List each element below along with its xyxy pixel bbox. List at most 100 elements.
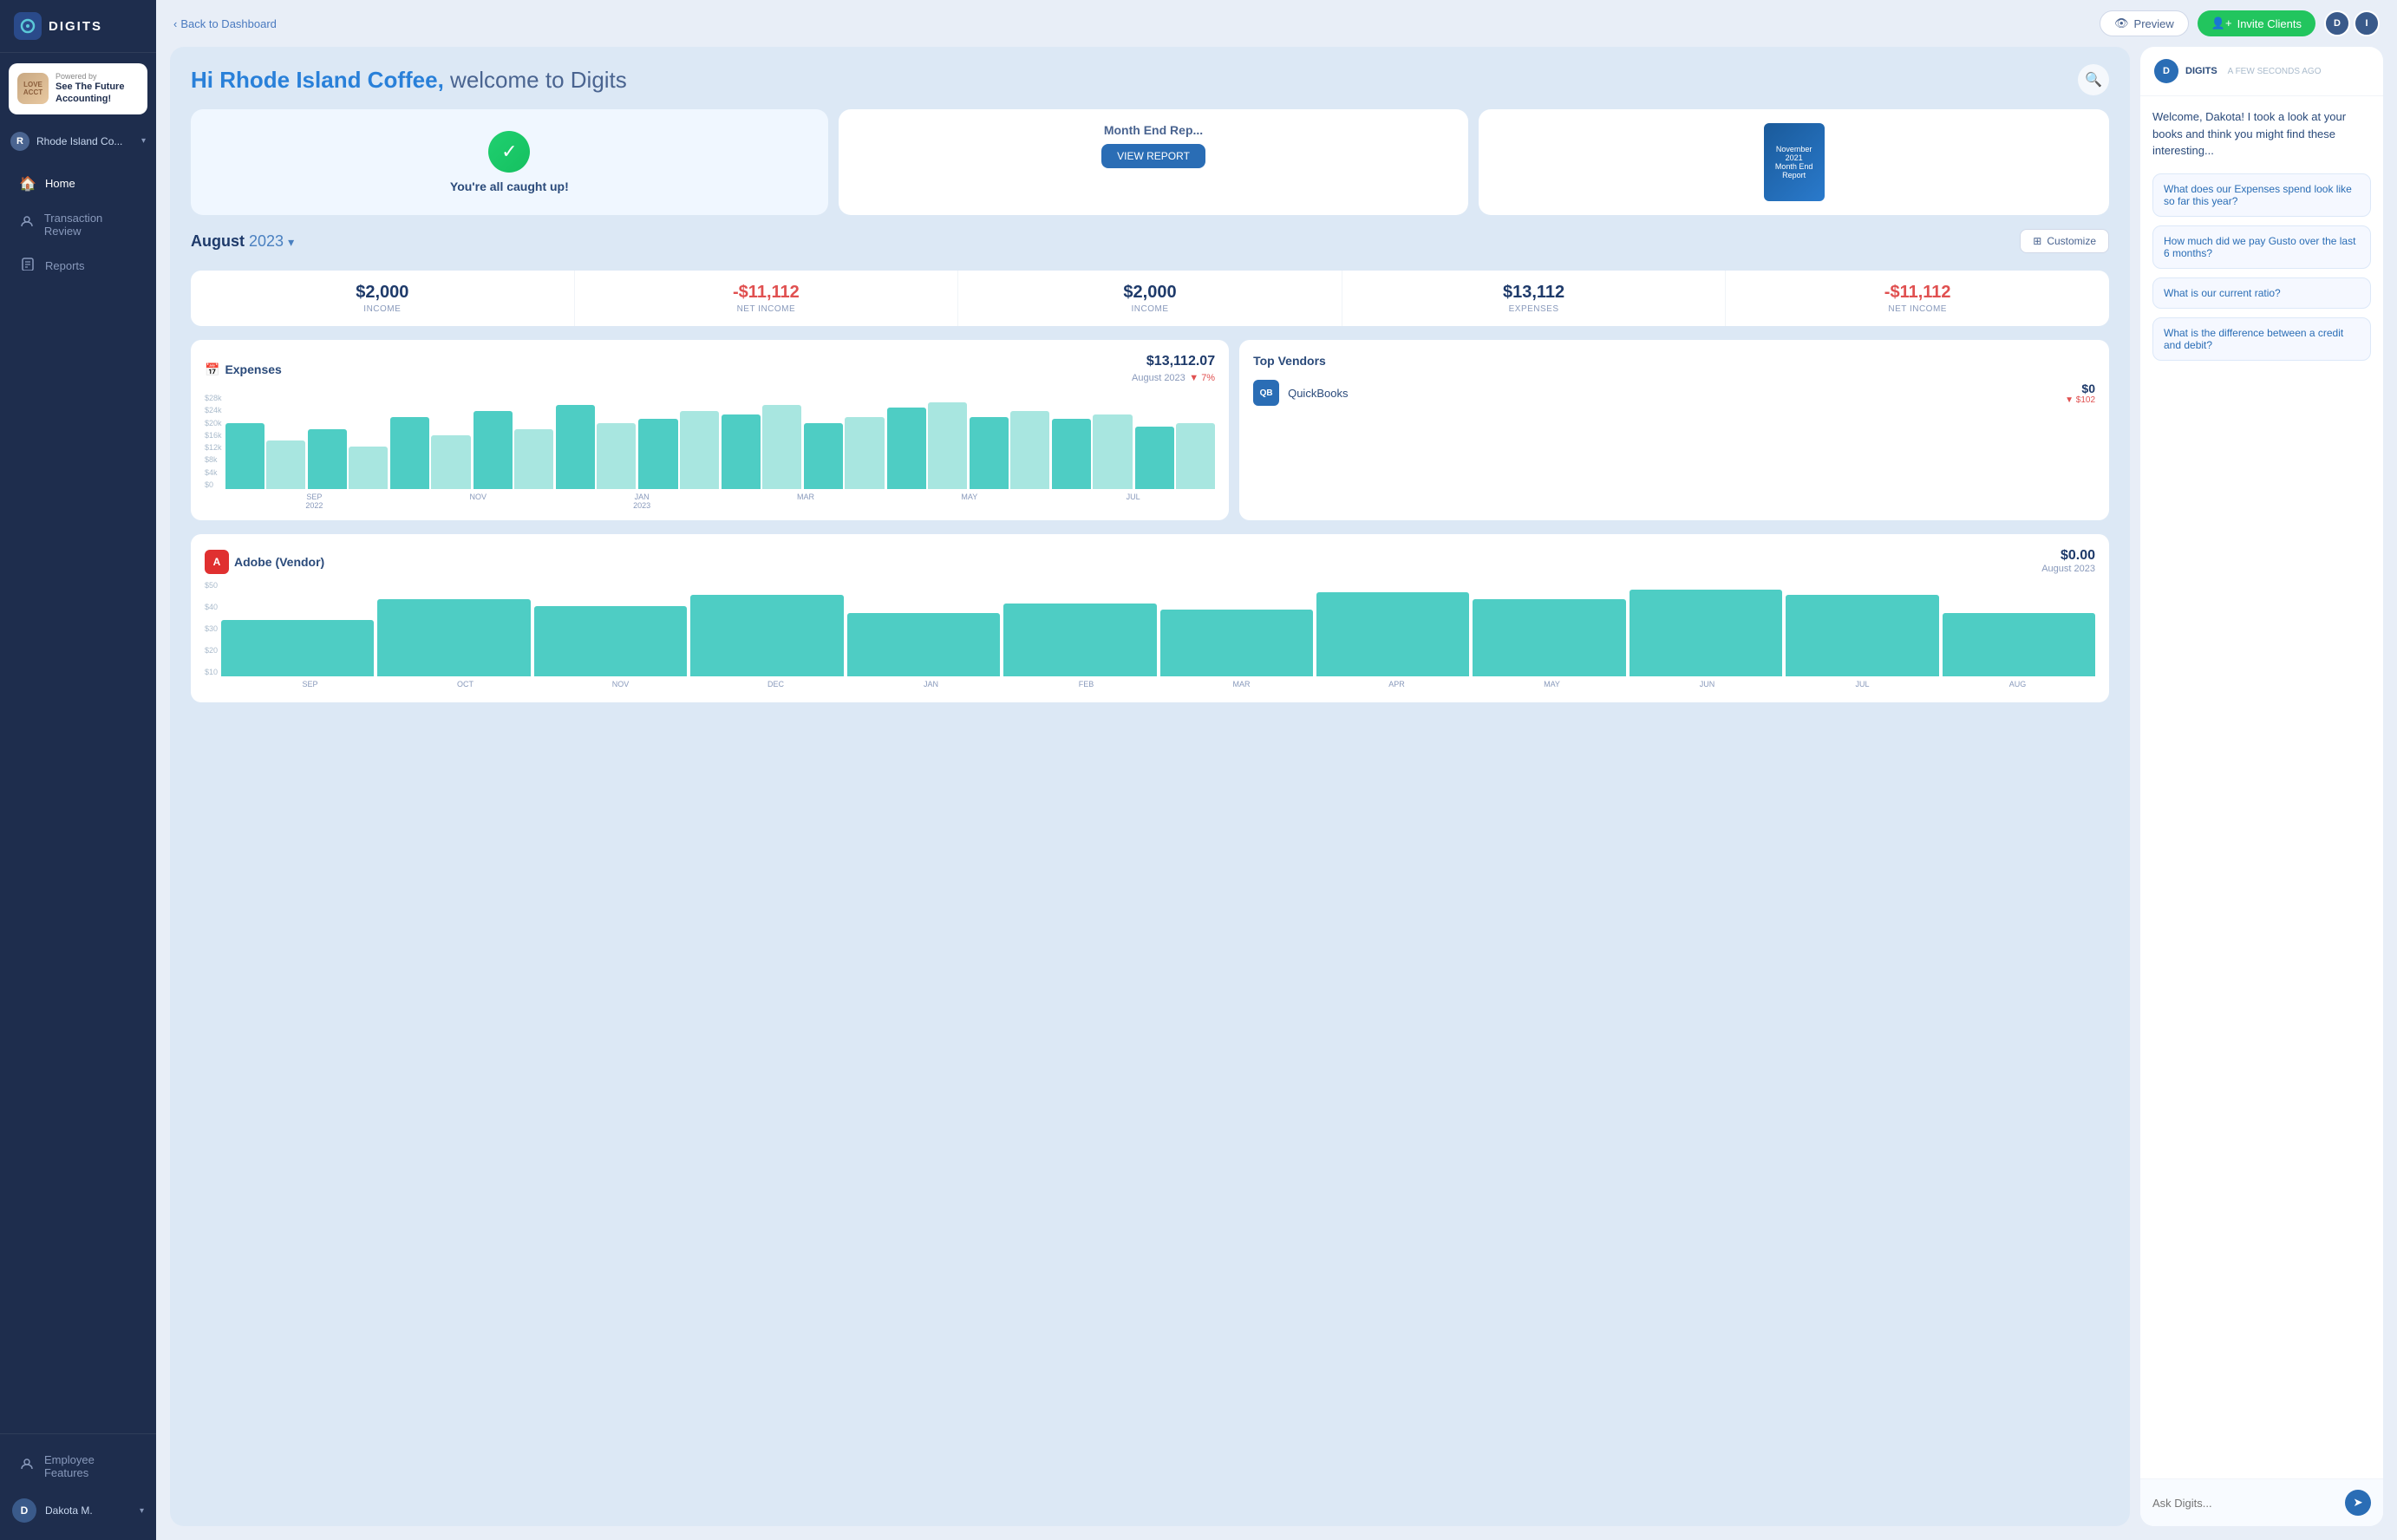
expenses-card: 📅 Expenses $13,112.07 August 2023 ▼ 7% <box>191 340 1229 520</box>
expense-bar-main-1 <box>308 429 347 489</box>
chat-suggestion-0[interactable]: What does our Expenses spend look like s… <box>2152 173 2371 217</box>
bar-group-6 <box>722 405 801 489</box>
preview-button[interactable]: 👁 Preview <box>2100 10 2189 36</box>
user-menu-chevron-icon: ▾ <box>140 1506 144 1516</box>
expenses-title: 📅 Expenses <box>205 362 282 377</box>
user-avatar: D <box>12 1498 36 1523</box>
adobe-bar-8 <box>1473 599 1625 676</box>
sidebar-item-home[interactable]: 🏠 Home <box>7 166 149 201</box>
month-selector[interactable]: August 2023 ▾ <box>191 232 294 251</box>
top-cards-row: ✓ You're all caught up! Month End Rep...… <box>191 109 2109 215</box>
chat-intro: Welcome, Dakota! I took a look at your b… <box>2152 108 2371 160</box>
stat-expenses-value: $13,112 <box>1351 283 1717 303</box>
stats-row: $2,000 INCOME -$11,112 NET INCOME $2,000… <box>191 271 2109 326</box>
month-header: August 2023 ▾ ⊞ Customize <box>191 229 2109 253</box>
sidebar-item-reports[interactable]: Reports <box>7 248 149 284</box>
chat-suggestion-1[interactable]: How much did we pay Gusto over the last … <box>2152 225 2371 269</box>
stat-income-1: $2,000 INCOME <box>191 271 575 326</box>
chat-send-button[interactable]: ➤ <box>2345 1490 2371 1516</box>
report-book: November 2021 Month End Report <box>1764 123 1825 201</box>
vendors-card: Top Vendors QB QuickBooks $0 ▼ $102 <box>1239 340 2109 520</box>
customize-button[interactable]: ⊞ Customize <box>2020 229 2109 253</box>
expense-bar-light-9 <box>1010 411 1049 489</box>
logo-text: DIGITS <box>49 19 102 34</box>
quickbooks-icon: QB <box>1253 380 1279 406</box>
expense-bar-light-6 <box>762 405 801 489</box>
adobe-header: A Adobe (Vendor) $0.00 August 2023 <box>205 548 2095 576</box>
adobe-amount: $0.00 <box>2041 548 2095 564</box>
expense-bar-main-5 <box>638 419 677 489</box>
expense-bar-main-7 <box>804 423 843 489</box>
vendors-title: Top Vendors <box>1253 354 1326 368</box>
sidebar-item-transaction-review[interactable]: Transaction Review <box>7 203 149 246</box>
expenses-change: ▼ 7% <box>1189 373 1215 383</box>
search-icon: 🔍 <box>2085 71 2102 88</box>
expenses-chart: $28k $24k $20k $16k $12k $8k $4k $0 <box>205 394 1215 506</box>
powered-by-title: See The Future Accounting! <box>56 81 139 106</box>
adobe-bar-3 <box>690 595 843 676</box>
welcome-row: Hi Rhode Island Coffee, welcome to Digit… <box>191 64 2109 95</box>
adobe-x-labels: SEP OCT NOV DEC JAN FEB MAR APR MAY JUN … <box>232 680 2095 688</box>
view-report-button[interactable]: VIEW REPORT <box>1101 144 1205 168</box>
expense-bar-main-2 <box>390 417 429 489</box>
employee-features-icon <box>19 1458 36 1476</box>
employee-features-label: Employee Features <box>44 1453 137 1479</box>
sidebar-item-employee-features[interactable]: Employee Features <box>7 1445 149 1488</box>
user-avatars: D I <box>2324 10 2380 36</box>
expense-bar-light-7 <box>845 417 884 489</box>
invite-clients-button[interactable]: 👤+ Invite Clients <box>2198 10 2315 36</box>
back-to-dashboard-link[interactable]: ‹ Back to Dashboard <box>173 17 277 30</box>
adobe-period: August 2023 <box>2041 564 2095 574</box>
period-chevron-icon: ▾ <box>288 235 294 249</box>
preview-icon: 👁 <box>2114 16 2129 30</box>
caught-up-card: ✓ You're all caught up! <box>191 109 828 215</box>
bar-group-11 <box>1135 423 1215 489</box>
expense-bar-main-9 <box>970 417 1009 489</box>
expense-bar-main-8 <box>887 408 926 489</box>
search-button[interactable]: 🔍 <box>2078 64 2109 95</box>
adobe-bar-0 <box>221 620 374 676</box>
chat-suggestion-2[interactable]: What is our current ratio? <box>2152 277 2371 309</box>
welcome-company: Hi Rhode Island Coffee, <box>191 67 444 93</box>
expenses-bars: $28k $24k $20k $16k $12k $8k $4k $0 <box>205 394 1215 489</box>
book-line2: 2021 <box>1786 153 1803 162</box>
content-area: Hi Rhode Island Coffee, welcome to Digit… <box>156 47 2397 1540</box>
company-selector[interactable]: R Rhode Island Co... ▾ <box>0 125 156 158</box>
company-name: Rhode Island Co... <box>36 135 134 147</box>
stat-income-1-value: $2,000 <box>199 283 565 303</box>
back-label: Back to Dashboard <box>180 17 277 30</box>
customize-grid-icon: ⊞ <box>2033 235 2041 247</box>
expenses-x-labels: SEP2022 NOV JAN2023 MAR MAY JUL <box>232 493 1215 510</box>
topbar-actions: 👁 Preview 👤+ Invite Clients D I <box>2100 10 2380 36</box>
reports-icon <box>19 257 36 275</box>
bar-group-0 <box>225 423 305 489</box>
avatar-i: I <box>2354 10 2380 36</box>
bar-group-4 <box>556 405 636 489</box>
chat-input-area: ➤ <box>2140 1478 2383 1526</box>
chat-messages: Welcome, Dakota! I took a look at your b… <box>2140 96 2383 1478</box>
chat-suggestion-3[interactable]: What is the difference between a credit … <box>2152 317 2371 361</box>
expenses-amount: $13,112.07 <box>1132 354 1215 369</box>
expense-bar-main-10 <box>1052 419 1091 489</box>
expense-bar-light-2 <box>431 435 470 490</box>
adobe-title: A Adobe (Vendor) <box>205 550 324 574</box>
expense-bar-light-5 <box>680 411 719 489</box>
book-line3: Month End <box>1775 162 1813 171</box>
powered-by-box: LOVEACCT Powered by See The Future Accou… <box>9 63 147 114</box>
expense-bar-main-0 <box>225 423 265 489</box>
chat-input[interactable] <box>2152 1497 2338 1510</box>
stat-expenses-label: EXPENSES <box>1351 304 1717 314</box>
expense-bar-light-4 <box>597 423 636 489</box>
transaction-review-icon <box>19 215 36 233</box>
user-row[interactable]: D Dakota M. ▾ <box>0 1490 156 1531</box>
expense-bar-light-10 <box>1093 414 1132 489</box>
preview-label: Preview <box>2134 17 2174 30</box>
caught-up-icon: ✓ <box>488 131 530 173</box>
invite-icon: 👤+ <box>2211 16 2232 30</box>
avatar-d: D <box>2324 10 2350 36</box>
month-name: August <box>191 232 245 250</box>
expense-bar-light-8 <box>928 402 967 489</box>
book-line4: Report <box>1782 171 1806 179</box>
expense-bar-main-11 <box>1135 427 1174 489</box>
main-content: ‹ Back to Dashboard 👁 Preview 👤+ Invite … <box>156 0 2397 1540</box>
